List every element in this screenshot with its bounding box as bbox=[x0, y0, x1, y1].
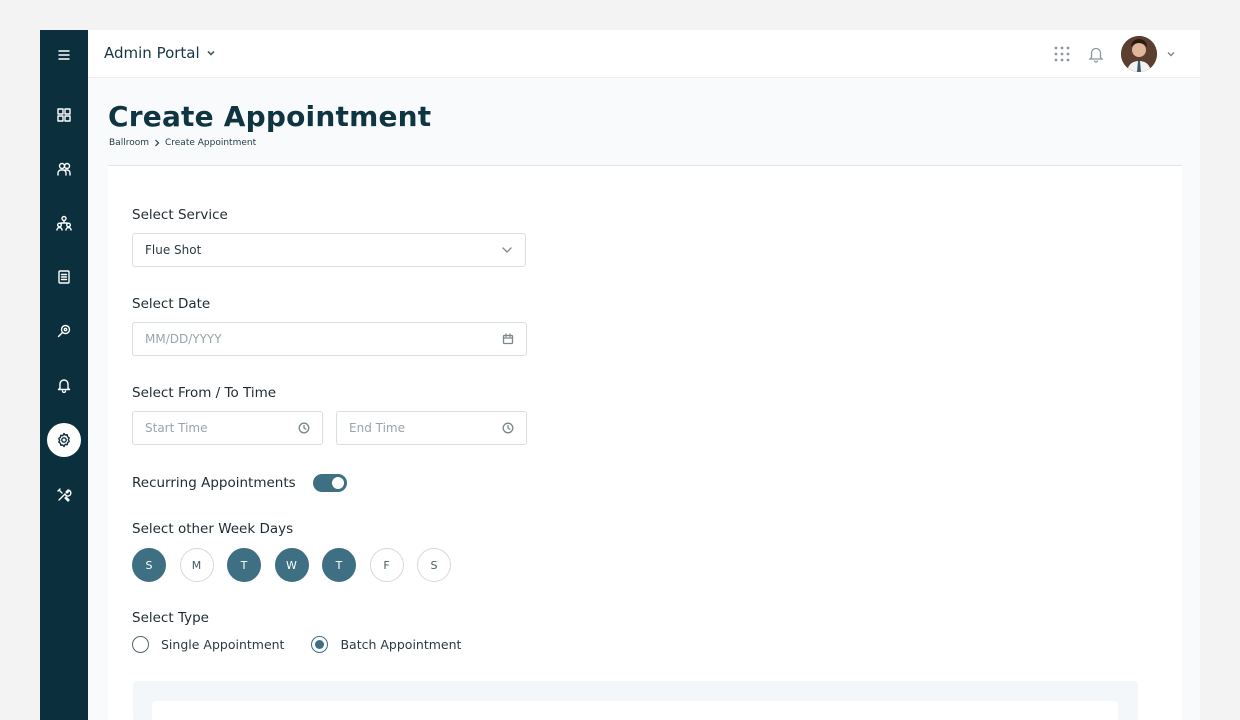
chevron-down-icon bbox=[207, 50, 215, 56]
batch-appointment-label[interactable]: Batch Appointment bbox=[340, 637, 461, 652]
chevron-down-icon[interactable] bbox=[1166, 49, 1176, 59]
date-input[interactable]: MM/DD/YYYY bbox=[132, 322, 527, 356]
sidebar bbox=[40, 30, 88, 720]
weekday-friday[interactable]: F bbox=[369, 548, 404, 582]
page-title: Create Appointment bbox=[108, 100, 432, 133]
weekday-sunday[interactable]: S bbox=[132, 548, 166, 582]
topbar: Admin Portal bbox=[88, 30, 1200, 78]
batch-appointment-radio[interactable] bbox=[311, 636, 329, 653]
menu-button[interactable] bbox=[40, 38, 88, 72]
type-label: Select Type bbox=[132, 610, 209, 626]
calendar-icon bbox=[502, 333, 514, 345]
breadcrumb-item-ballroom[interactable]: Ballroom bbox=[109, 138, 149, 148]
sidebar-item-notifications[interactable] bbox=[40, 368, 88, 402]
chevron-down-icon bbox=[502, 247, 512, 253]
service-value: Flue Shot bbox=[145, 243, 202, 257]
sidebar-item-tools[interactable] bbox=[40, 478, 88, 512]
service-select[interactable]: Flue Shot bbox=[132, 233, 526, 267]
end-time-placeholder: End Time bbox=[349, 421, 405, 435]
weekday-monday[interactable]: M bbox=[179, 548, 214, 582]
breadcrumb-item-current: Create Appointment bbox=[164, 138, 257, 148]
tools-icon bbox=[57, 488, 72, 502]
notifications-button[interactable] bbox=[1086, 44, 1106, 64]
time-label: Select From / To Time bbox=[132, 385, 277, 401]
service-label: Select Service bbox=[132, 207, 228, 223]
recurring-label: Recurring Appointments bbox=[132, 475, 296, 491]
sidebar-item-documents[interactable] bbox=[40, 260, 88, 294]
date-placeholder: MM/DD/YYYY bbox=[145, 332, 222, 346]
avatar-image bbox=[1121, 36, 1157, 72]
weekday-tuesday[interactable]: T bbox=[227, 548, 261, 582]
main-content: Create Appointment Ballroom Create Appoi… bbox=[88, 78, 1200, 720]
apps-button[interactable] bbox=[1052, 44, 1072, 64]
bell-icon bbox=[57, 379, 71, 393]
weekday-picker: S M T W T F S bbox=[132, 548, 451, 582]
single-appointment-label[interactable]: Single Appointment bbox=[161, 637, 284, 652]
active-indicator bbox=[47, 423, 81, 457]
recurring-toggle[interactable] bbox=[313, 474, 347, 492]
end-time-input[interactable]: End Time bbox=[336, 411, 527, 445]
weekday-wednesday[interactable]: W bbox=[274, 548, 309, 582]
weekday-thursday[interactable]: T bbox=[322, 548, 356, 582]
date-label: Select Date bbox=[132, 296, 211, 312]
search-icon bbox=[57, 324, 71, 338]
clock-icon bbox=[502, 422, 514, 434]
sidebar-item-settings[interactable] bbox=[40, 423, 88, 457]
user-avatar[interactable] bbox=[1121, 36, 1157, 72]
gear-icon bbox=[58, 432, 70, 448]
weekday-saturday[interactable]: S bbox=[417, 548, 451, 582]
start-time-placeholder: Start Time bbox=[145, 421, 208, 435]
type-radio-group: Single Appointment Batch Appointment bbox=[132, 636, 488, 653]
users-icon bbox=[57, 162, 71, 176]
breadcrumb: Ballroom Create Appointment bbox=[109, 138, 256, 148]
org-chart-icon bbox=[56, 215, 72, 231]
batch-details-inner bbox=[152, 701, 1118, 720]
document-icon bbox=[58, 270, 70, 284]
portal-title: Admin Portal bbox=[104, 44, 200, 62]
sidebar-item-clients[interactable] bbox=[40, 152, 88, 186]
apps-grid-icon bbox=[1054, 46, 1070, 62]
start-time-input[interactable]: Start Time bbox=[132, 411, 323, 445]
sidebar-item-dashboard[interactable] bbox=[40, 98, 88, 132]
weekdays-label: Select other Week Days bbox=[132, 521, 294, 537]
clock-icon bbox=[298, 422, 310, 434]
chevron-right-icon bbox=[155, 139, 160, 147]
sidebar-item-search[interactable] bbox=[40, 314, 88, 348]
single-appointment-radio[interactable] bbox=[132, 636, 149, 653]
hamburger-icon bbox=[58, 50, 70, 60]
toggle-knob bbox=[332, 477, 344, 489]
grid-icon bbox=[57, 108, 71, 122]
portal-switcher[interactable]: Admin Portal bbox=[104, 44, 216, 62]
bell-icon bbox=[1088, 47, 1104, 63]
sidebar-item-teams[interactable] bbox=[40, 206, 88, 240]
